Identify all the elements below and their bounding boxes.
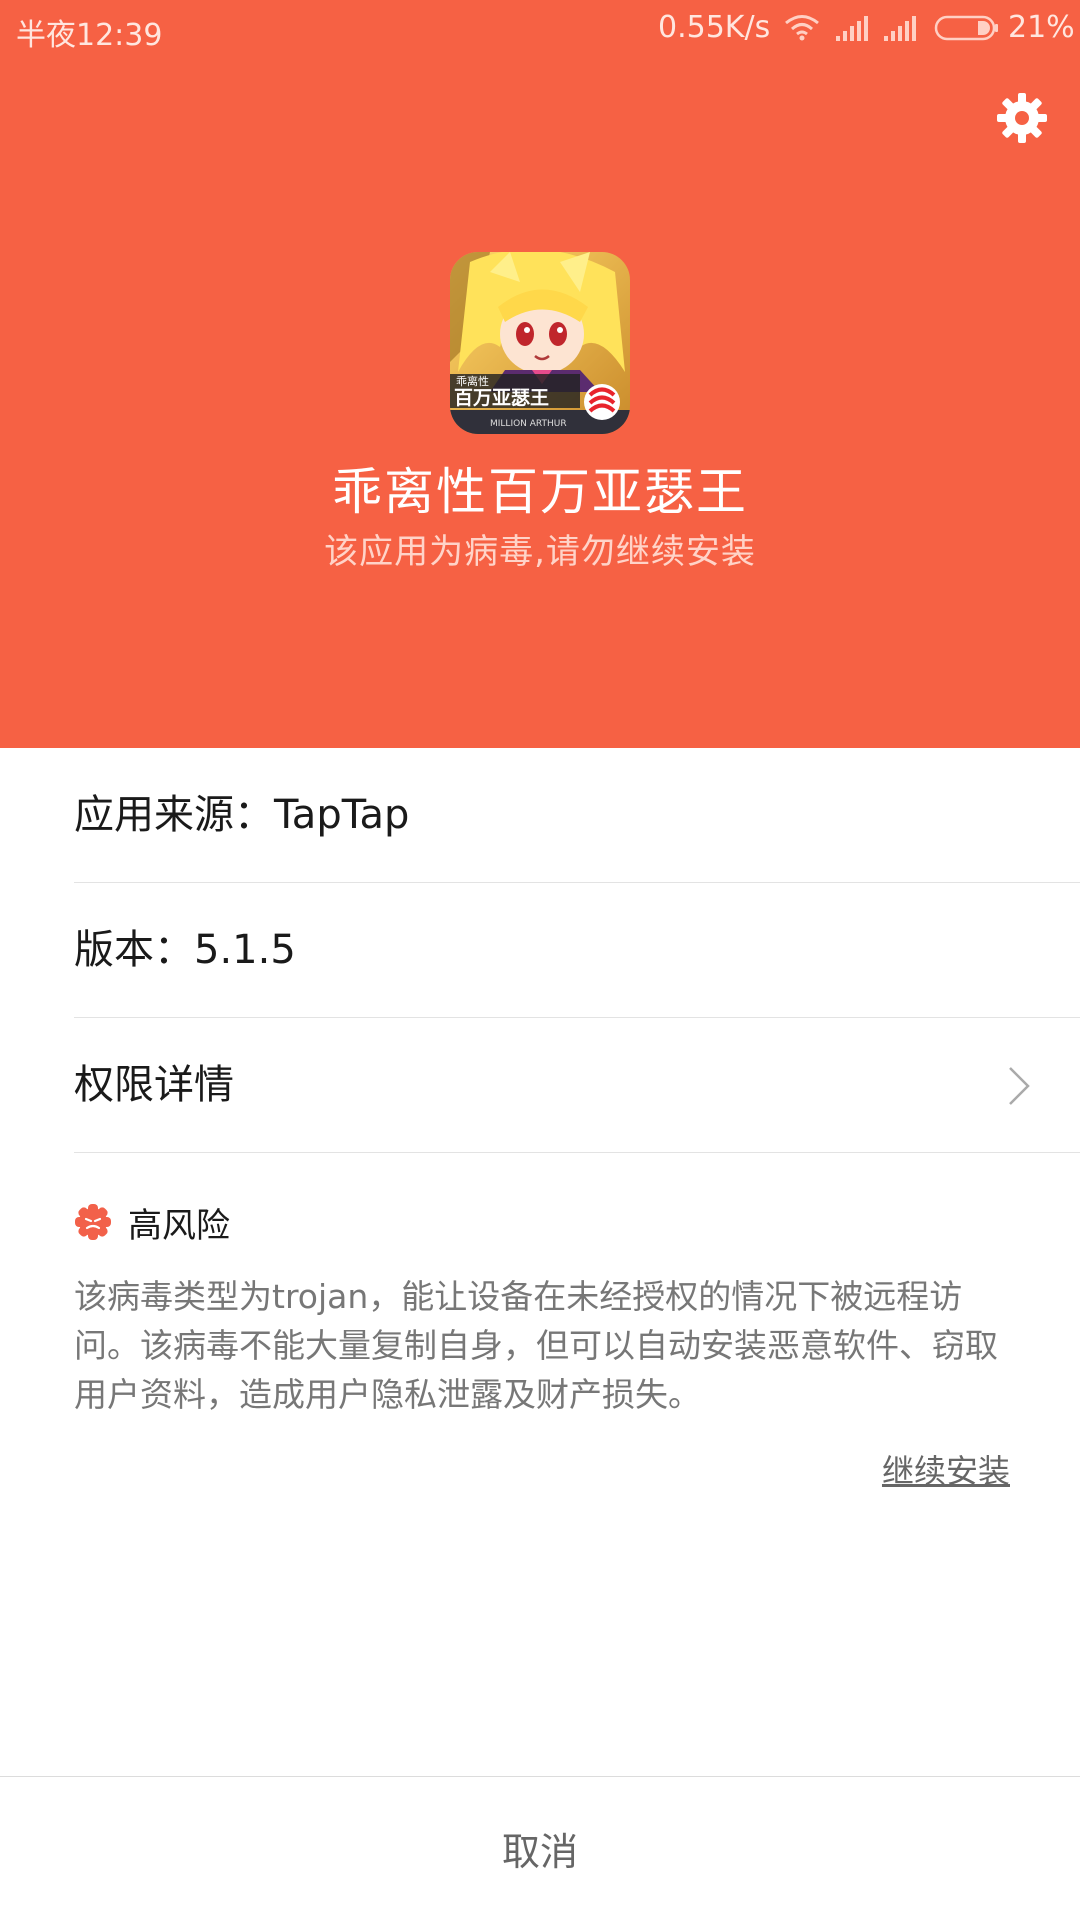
app-icon-caption: 乖离性	[456, 374, 489, 388]
risk-icon	[75, 1204, 111, 1240]
bottom-bar: 取消	[0, 1776, 1080, 1920]
risk-level: 高风险	[128, 1206, 230, 1246]
version-row: 版本：5.1.5	[74, 883, 1080, 1018]
header: 半夜12:39 0.55K/s 21% 乖离性 百万亚瑟王 MILLION AR…	[0, 0, 1080, 748]
cancel-button[interactable]: 取消	[502, 1821, 578, 1876]
permissions-row[interactable]: 权限详情	[74, 1018, 1080, 1153]
battery-icon	[934, 15, 998, 41]
signal-icon	[836, 16, 868, 41]
signal-icon	[884, 16, 916, 41]
app-version: 版本：5.1.5	[74, 927, 296, 973]
battery-level: 21%	[1008, 10, 1075, 45]
wifi-icon	[785, 15, 819, 41]
status-bar: 半夜12:39 0.55K/s 21%	[0, 0, 1080, 56]
app-icon: 乖离性 百万亚瑟王 MILLION ARTHUR	[450, 252, 630, 434]
permissions-label: 权限详情	[74, 1062, 234, 1108]
status-time: 半夜12:39	[16, 18, 163, 53]
app-icon-image: 乖离性 百万亚瑟王 MILLION ARTHUR	[450, 252, 630, 434]
app-source: 应用来源：TapTap	[74, 792, 410, 838]
chevron-right-icon	[1009, 1067, 1030, 1105]
virus-warning: 该应用为病毒,请勿继续安装	[324, 532, 756, 572]
network-speed: 0.55K/s	[658, 10, 771, 45]
app-source-row: 应用来源：TapTap	[74, 748, 1080, 883]
svg-text:MILLION ARTHUR: MILLION ARTHUR	[490, 419, 567, 429]
svg-text:百万亚瑟王: 百万亚瑟王	[454, 387, 549, 409]
continue-install-link[interactable]: 继续安装	[882, 1446, 1010, 1492]
risk-description: 该病毒类型为trojan，能让设备在未经授权的情况下被远程访问。该病毒不能大量复…	[74, 1277, 998, 1414]
gear-icon[interactable]	[994, 90, 1050, 146]
app-name: 乖离性百万亚瑟王	[332, 463, 748, 521]
